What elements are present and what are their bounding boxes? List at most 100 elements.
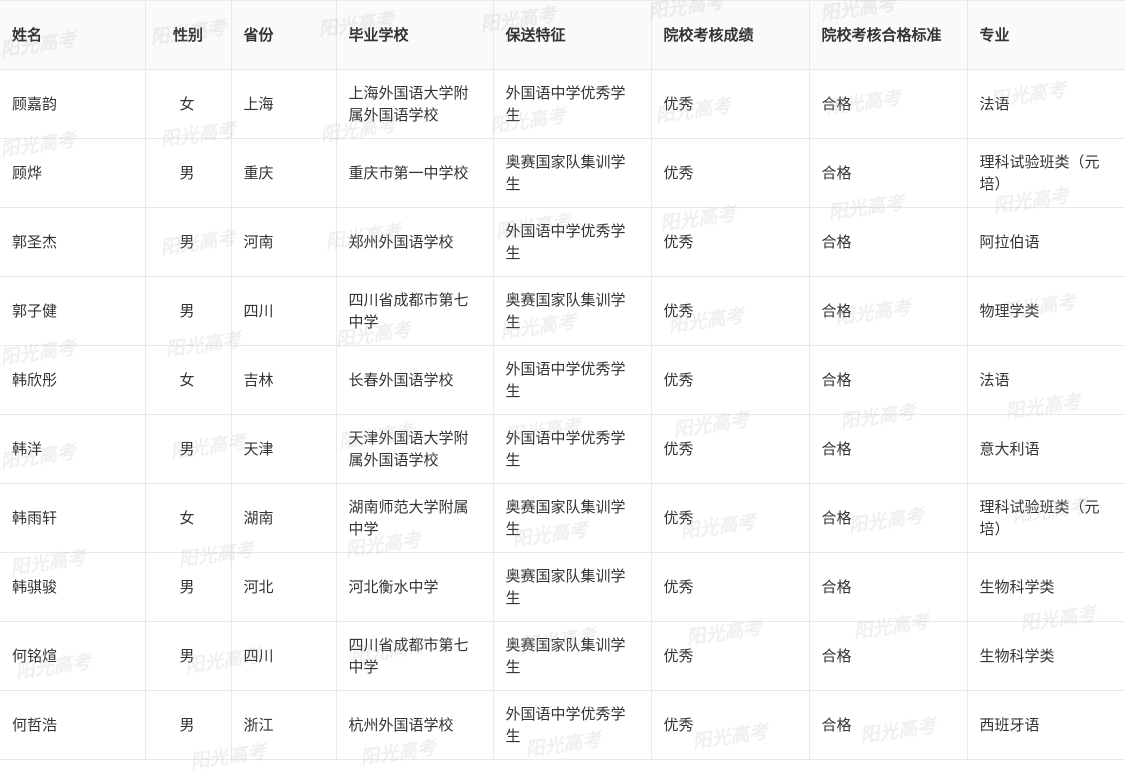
cell-school: 杭州外国语学校 xyxy=(335,690,494,760)
cell-province: 河北 xyxy=(230,552,337,622)
cell-school: 河北衡水中学 xyxy=(335,552,494,622)
cell-name: 郭圣杰 xyxy=(0,207,146,277)
cell-school: 上海外国语大学附属外国语学校 xyxy=(335,69,494,139)
header-school: 毕业学校 xyxy=(335,0,494,70)
header-major: 专业 xyxy=(966,0,1125,70)
table-row: 顾嘉韵女上海 上海外国语大学附属外国语学校 外国语中学优秀学生 优秀 合格 法语 xyxy=(0,69,1125,139)
cell-province: 天津 xyxy=(230,414,337,484)
cell-feature: 外国语中学优秀学生 xyxy=(492,207,652,277)
cell-score: 优秀 xyxy=(650,483,810,553)
cell-major: 生物科学类 xyxy=(966,621,1125,691)
cell-score: 优秀 xyxy=(650,414,810,484)
table-row: 郭子健男四川 四川省成都市第七中学 奥赛国家队集训学生 优秀 合格 物理学类 xyxy=(0,276,1125,346)
cell-feature: 奥赛国家队集训学生 xyxy=(492,138,652,208)
cell-standard: 合格 xyxy=(808,414,968,484)
cell-school: 四川省成都市第七中学 xyxy=(335,276,494,346)
header-name: 姓名 xyxy=(0,0,146,70)
header-province: 省份 xyxy=(230,0,337,70)
cell-score: 优秀 xyxy=(650,69,810,139)
table-row: 韩洋男天津 天津外国语大学附属外国语学校 外国语中学优秀学生 优秀 合格 意大利语 xyxy=(0,414,1125,484)
cell-name: 何铭煊 xyxy=(0,621,146,691)
cell-school: 四川省成都市第七中学 xyxy=(335,621,494,691)
cell-province: 浙江 xyxy=(230,690,337,760)
cell-name: 韩欣彤 xyxy=(0,345,146,415)
cell-score: 优秀 xyxy=(650,207,810,277)
cell-school: 天津外国语大学附属外国语学校 xyxy=(335,414,494,484)
table-header-row: 姓名 性别 省份 毕业学校 保送特征 院校考核成绩 院校考核合格标准 专业 xyxy=(0,0,1125,70)
cell-name: 韩骐骏 xyxy=(0,552,146,622)
cell-province: 四川 xyxy=(230,621,337,691)
cell-feature: 外国语中学优秀学生 xyxy=(492,414,652,484)
cell-standard: 合格 xyxy=(808,207,968,277)
table-row: 郭圣杰男河南 郑州外国语学校 外国语中学优秀学生 优秀 合格 阿拉伯语 xyxy=(0,207,1125,277)
cell-feature: 外国语中学优秀学生 xyxy=(492,69,652,139)
cell-major: 法语 xyxy=(966,69,1125,139)
cell-score: 优秀 xyxy=(650,138,810,208)
cell-score: 优秀 xyxy=(650,276,810,346)
cell-school: 长春外国语学校 xyxy=(335,345,494,415)
table-row: 韩雨轩女湖南 湖南师范大学附属中学 奥赛国家队集训学生 优秀 合格 理科试验班类（元培） xyxy=(0,483,1125,553)
cell-name: 韩雨轩 xyxy=(0,483,146,553)
cell-name: 顾嘉韵 xyxy=(0,69,146,139)
header-standard: 院校考核合格标准 xyxy=(808,0,968,70)
table-row: 何哲浩男浙江 杭州外国语学校 外国语中学优秀学生 优秀 合格 西班牙语 xyxy=(0,690,1125,760)
cell-name: 韩洋 xyxy=(0,414,146,484)
cell-gender: 男 xyxy=(144,414,232,484)
cell-score: 优秀 xyxy=(650,345,810,415)
cell-name: 顾烨 xyxy=(0,138,146,208)
table-body: 顾嘉韵女上海 上海外国语大学附属外国语学校 外国语中学优秀学生 优秀 合格 法语 顾烨男重庆… xyxy=(0,69,1125,760)
cell-gender: 男 xyxy=(144,621,232,691)
cell-major: 理科试验班类（元培） xyxy=(966,138,1125,208)
cell-standard: 合格 xyxy=(808,345,968,415)
cell-gender: 男 xyxy=(144,138,232,208)
cell-gender: 女 xyxy=(144,69,232,139)
cell-standard: 合格 xyxy=(808,138,968,208)
cell-feature: 奥赛国家队集训学生 xyxy=(492,483,652,553)
table-row: 顾烨男重庆 重庆市第一中学校 奥赛国家队集训学生 优秀 合格 理科试验班类（元培） xyxy=(0,138,1125,208)
cell-major: 意大利语 xyxy=(966,414,1125,484)
cell-feature: 奥赛国家队集训学生 xyxy=(492,621,652,691)
cell-feature: 奥赛国家队集训学生 xyxy=(492,552,652,622)
cell-name: 何哲浩 xyxy=(0,690,146,760)
cell-name: 郭子健 xyxy=(0,276,146,346)
cell-score: 优秀 xyxy=(650,621,810,691)
cell-gender: 男 xyxy=(144,552,232,622)
cell-major: 法语 xyxy=(966,345,1125,415)
header-feature: 保送特征 xyxy=(492,0,652,70)
cell-feature: 奥赛国家队集训学生 xyxy=(492,276,652,346)
cell-score: 优秀 xyxy=(650,552,810,622)
cell-standard: 合格 xyxy=(808,552,968,622)
cell-feature: 外国语中学优秀学生 xyxy=(492,690,652,760)
header-score: 院校考核成绩 xyxy=(650,0,810,70)
cell-province: 河南 xyxy=(230,207,337,277)
cell-gender: 男 xyxy=(144,690,232,760)
cell-province: 上海 xyxy=(230,69,337,139)
cell-score: 优秀 xyxy=(650,690,810,760)
cell-province: 四川 xyxy=(230,276,337,346)
cell-major: 理科试验班类（元培） xyxy=(966,483,1125,553)
cell-school: 湖南师范大学附属中学 xyxy=(335,483,494,553)
cell-gender: 男 xyxy=(144,276,232,346)
cell-school: 重庆市第一中学校 xyxy=(335,138,494,208)
cell-major: 西班牙语 xyxy=(966,690,1125,760)
table-row: 韩欣彤女吉林 长春外国语学校 外国语中学优秀学生 优秀 合格 法语 xyxy=(0,345,1125,415)
cell-major: 物理学类 xyxy=(966,276,1125,346)
cell-standard: 合格 xyxy=(808,690,968,760)
cell-gender: 男 xyxy=(144,207,232,277)
cell-gender: 女 xyxy=(144,483,232,553)
cell-province: 吉林 xyxy=(230,345,337,415)
cell-gender: 女 xyxy=(144,345,232,415)
cell-standard: 合格 xyxy=(808,69,968,139)
cell-major: 阿拉伯语 xyxy=(966,207,1125,277)
table-row: 韩骐骏男河北 河北衡水中学 奥赛国家队集训学生 优秀 合格 生物科学类 xyxy=(0,552,1125,622)
admission-table: 姓名 性别 省份 毕业学校 保送特征 院校考核成绩 院校考核合格标准 专业 顾嘉… xyxy=(0,0,1125,760)
cell-major: 生物科学类 xyxy=(966,552,1125,622)
cell-school: 郑州外国语学校 xyxy=(335,207,494,277)
cell-feature: 外国语中学优秀学生 xyxy=(492,345,652,415)
cell-standard: 合格 xyxy=(808,276,968,346)
cell-standard: 合格 xyxy=(808,621,968,691)
cell-province: 湖南 xyxy=(230,483,337,553)
header-gender: 性别 xyxy=(144,0,232,70)
cell-province: 重庆 xyxy=(230,138,337,208)
table-row: 何铭煊男四川 四川省成都市第七中学 奥赛国家队集训学生 优秀 合格 生物科学类 xyxy=(0,621,1125,691)
